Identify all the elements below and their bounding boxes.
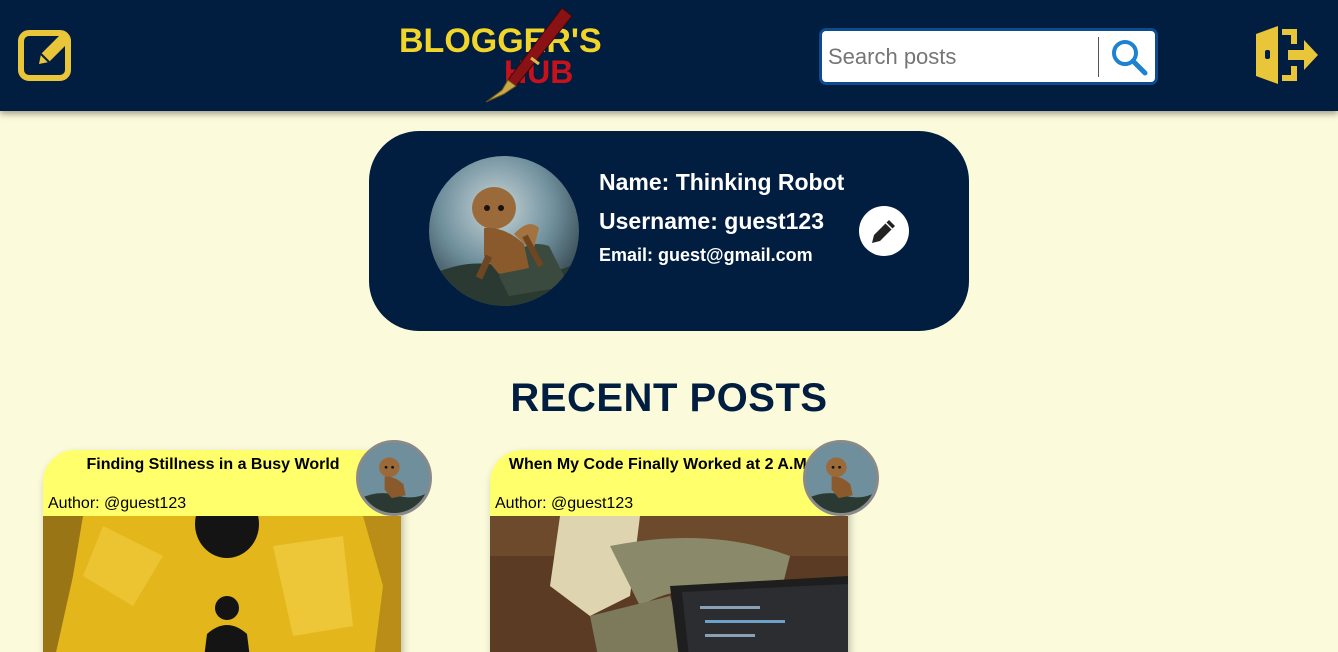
recent-posts-heading: RECENT POSTS <box>510 376 828 420</box>
post-image-stillness <box>43 516 401 652</box>
pencil-icon <box>872 220 895 243</box>
fountain-pen-icon <box>485 7 573 103</box>
post-title: Finding Stillness in a Busy World <box>86 456 340 473</box>
post-card[interactable]: Finding Stillness in a Busy World Author… <box>43 450 401 652</box>
profile-name: Name: Thinking Robot <box>599 169 845 195</box>
bloggers-hub-logo[interactable]: BLOGGER'S HUB <box>396 6 602 104</box>
search-icon[interactable] <box>1109 37 1149 77</box>
thinking-robot-image <box>806 443 876 513</box>
search-input[interactable] <box>828 39 1092 74</box>
post-author: Author: @guest123 <box>495 495 634 512</box>
search-divider <box>1098 37 1099 77</box>
edit-square-icon[interactable] <box>16 24 78 84</box>
profile-username: Username: guest123 <box>599 208 824 234</box>
post-author-avatar[interactable] <box>803 440 879 516</box>
edit-profile-button[interactable] <box>859 206 909 256</box>
profile-avatar <box>429 156 579 306</box>
profile-info: Name: Thinking Robot Username: guest123 … <box>599 168 849 266</box>
profile-email: Email: guest@gmail.com <box>599 245 813 265</box>
post-title: When My Code Finally Worked at 2 A.M. <box>508 456 812 473</box>
post-author-avatar[interactable] <box>356 440 432 516</box>
post-card[interactable]: When My Code Finally Worked at 2 A.M. Au… <box>490 450 848 652</box>
logout-icon[interactable] <box>1252 24 1322 86</box>
post-header: Finding Stillness in a Busy World Author… <box>43 450 401 516</box>
post-header: When My Code Finally Worked at 2 A.M. Au… <box>490 450 848 516</box>
top-navbar: BLOGGER'S HUB <box>0 0 1338 111</box>
search-bar <box>819 28 1158 85</box>
post-author: Author: @guest123 <box>48 495 187 512</box>
thinking-robot-image <box>429 156 579 306</box>
post-image-late-night-code <box>490 516 848 652</box>
profile-card: Name: Thinking Robot Username: guest123 … <box>369 131 969 331</box>
thinking-robot-image <box>359 443 429 513</box>
